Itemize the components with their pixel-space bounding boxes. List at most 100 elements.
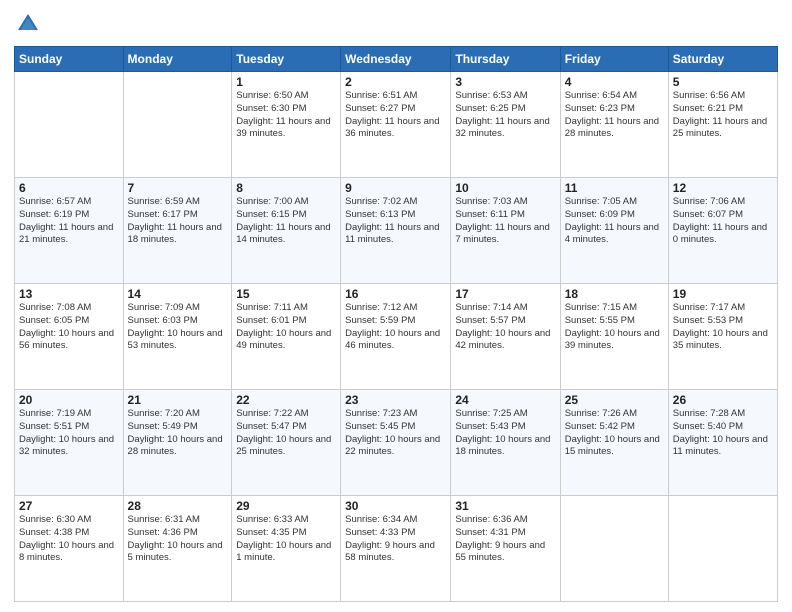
day-info: Sunrise: 6:57 AM Sunset: 6:19 PM Dayligh…	[19, 196, 119, 247]
day-info: Sunrise: 6:33 AM Sunset: 4:35 PM Dayligh…	[236, 514, 336, 565]
calendar-cell: 27Sunrise: 6:30 AM Sunset: 4:38 PM Dayli…	[15, 496, 124, 602]
day-number: 23	[345, 393, 446, 407]
logo-icon	[14, 10, 42, 38]
header-row: SundayMondayTuesdayWednesdayThursdayFrid…	[15, 47, 778, 72]
calendar-cell: 21Sunrise: 7:20 AM Sunset: 5:49 PM Dayli…	[123, 390, 232, 496]
day-number: 21	[128, 393, 228, 407]
day-number: 15	[236, 287, 336, 301]
calendar-cell	[15, 72, 124, 178]
day-info: Sunrise: 7:15 AM Sunset: 5:55 PM Dayligh…	[565, 302, 664, 353]
calendar-cell: 20Sunrise: 7:19 AM Sunset: 5:51 PM Dayli…	[15, 390, 124, 496]
day-info: Sunrise: 7:20 AM Sunset: 5:49 PM Dayligh…	[128, 408, 228, 459]
calendar-cell: 3Sunrise: 6:53 AM Sunset: 6:25 PM Daylig…	[451, 72, 560, 178]
calendar-cell: 13Sunrise: 7:08 AM Sunset: 6:05 PM Dayli…	[15, 284, 124, 390]
col-header-sunday: Sunday	[15, 47, 124, 72]
day-number: 8	[236, 181, 336, 195]
day-info: Sunrise: 7:17 AM Sunset: 5:53 PM Dayligh…	[673, 302, 773, 353]
day-number: 9	[345, 181, 446, 195]
col-header-friday: Friday	[560, 47, 668, 72]
day-info: Sunrise: 7:19 AM Sunset: 5:51 PM Dayligh…	[19, 408, 119, 459]
day-info: Sunrise: 7:14 AM Sunset: 5:57 PM Dayligh…	[455, 302, 555, 353]
day-number: 13	[19, 287, 119, 301]
day-info: Sunrise: 7:02 AM Sunset: 6:13 PM Dayligh…	[345, 196, 446, 247]
day-number: 24	[455, 393, 555, 407]
col-header-saturday: Saturday	[668, 47, 777, 72]
day-info: Sunrise: 7:26 AM Sunset: 5:42 PM Dayligh…	[565, 408, 664, 459]
day-number: 7	[128, 181, 228, 195]
day-number: 16	[345, 287, 446, 301]
day-info: Sunrise: 7:05 AM Sunset: 6:09 PM Dayligh…	[565, 196, 664, 247]
calendar-cell: 10Sunrise: 7:03 AM Sunset: 6:11 PM Dayli…	[451, 178, 560, 284]
day-number: 11	[565, 181, 664, 195]
calendar-cell: 5Sunrise: 6:56 AM Sunset: 6:21 PM Daylig…	[668, 72, 777, 178]
day-info: Sunrise: 6:36 AM Sunset: 4:31 PM Dayligh…	[455, 514, 555, 565]
day-info: Sunrise: 7:03 AM Sunset: 6:11 PM Dayligh…	[455, 196, 555, 247]
day-info: Sunrise: 6:51 AM Sunset: 6:27 PM Dayligh…	[345, 90, 446, 141]
calendar-cell: 30Sunrise: 6:34 AM Sunset: 4:33 PM Dayli…	[341, 496, 451, 602]
calendar-cell: 25Sunrise: 7:26 AM Sunset: 5:42 PM Dayli…	[560, 390, 668, 496]
calendar-cell: 9Sunrise: 7:02 AM Sunset: 6:13 PM Daylig…	[341, 178, 451, 284]
day-info: Sunrise: 7:08 AM Sunset: 6:05 PM Dayligh…	[19, 302, 119, 353]
calendar-cell: 1Sunrise: 6:50 AM Sunset: 6:30 PM Daylig…	[232, 72, 341, 178]
day-number: 17	[455, 287, 555, 301]
day-info: Sunrise: 7:06 AM Sunset: 6:07 PM Dayligh…	[673, 196, 773, 247]
day-info: Sunrise: 6:59 AM Sunset: 6:17 PM Dayligh…	[128, 196, 228, 247]
day-info: Sunrise: 7:09 AM Sunset: 6:03 PM Dayligh…	[128, 302, 228, 353]
day-number: 14	[128, 287, 228, 301]
day-info: Sunrise: 6:53 AM Sunset: 6:25 PM Dayligh…	[455, 90, 555, 141]
col-header-wednesday: Wednesday	[341, 47, 451, 72]
day-info: Sunrise: 6:31 AM Sunset: 4:36 PM Dayligh…	[128, 514, 228, 565]
header	[14, 10, 778, 38]
col-header-thursday: Thursday	[451, 47, 560, 72]
calendar-cell: 8Sunrise: 7:00 AM Sunset: 6:15 PM Daylig…	[232, 178, 341, 284]
day-number: 10	[455, 181, 555, 195]
calendar-cell: 26Sunrise: 7:28 AM Sunset: 5:40 PM Dayli…	[668, 390, 777, 496]
day-number: 1	[236, 75, 336, 89]
calendar-cell	[668, 496, 777, 602]
week-row-5: 27Sunrise: 6:30 AM Sunset: 4:38 PM Dayli…	[15, 496, 778, 602]
day-number: 2	[345, 75, 446, 89]
calendar-cell: 24Sunrise: 7:25 AM Sunset: 5:43 PM Dayli…	[451, 390, 560, 496]
calendar-cell: 23Sunrise: 7:23 AM Sunset: 5:45 PM Dayli…	[341, 390, 451, 496]
day-number: 5	[673, 75, 773, 89]
day-info: Sunrise: 7:23 AM Sunset: 5:45 PM Dayligh…	[345, 408, 446, 459]
day-number: 19	[673, 287, 773, 301]
calendar-cell: 29Sunrise: 6:33 AM Sunset: 4:35 PM Dayli…	[232, 496, 341, 602]
page: SundayMondayTuesdayWednesdayThursdayFrid…	[0, 0, 792, 612]
day-info: Sunrise: 6:54 AM Sunset: 6:23 PM Dayligh…	[565, 90, 664, 141]
calendar-cell: 19Sunrise: 7:17 AM Sunset: 5:53 PM Dayli…	[668, 284, 777, 390]
day-number: 18	[565, 287, 664, 301]
day-info: Sunrise: 7:28 AM Sunset: 5:40 PM Dayligh…	[673, 408, 773, 459]
calendar-cell: 11Sunrise: 7:05 AM Sunset: 6:09 PM Dayli…	[560, 178, 668, 284]
calendar-cell	[123, 72, 232, 178]
day-info: Sunrise: 6:34 AM Sunset: 4:33 PM Dayligh…	[345, 514, 446, 565]
week-row-1: 1Sunrise: 6:50 AM Sunset: 6:30 PM Daylig…	[15, 72, 778, 178]
calendar-cell: 14Sunrise: 7:09 AM Sunset: 6:03 PM Dayli…	[123, 284, 232, 390]
calendar-cell: 7Sunrise: 6:59 AM Sunset: 6:17 PM Daylig…	[123, 178, 232, 284]
day-info: Sunrise: 7:12 AM Sunset: 5:59 PM Dayligh…	[345, 302, 446, 353]
day-number: 29	[236, 499, 336, 513]
calendar-cell: 15Sunrise: 7:11 AM Sunset: 6:01 PM Dayli…	[232, 284, 341, 390]
day-info: Sunrise: 6:56 AM Sunset: 6:21 PM Dayligh…	[673, 90, 773, 141]
calendar-cell: 16Sunrise: 7:12 AM Sunset: 5:59 PM Dayli…	[341, 284, 451, 390]
calendar-table: SundayMondayTuesdayWednesdayThursdayFrid…	[14, 46, 778, 602]
calendar-cell: 18Sunrise: 7:15 AM Sunset: 5:55 PM Dayli…	[560, 284, 668, 390]
day-info: Sunrise: 6:50 AM Sunset: 6:30 PM Dayligh…	[236, 90, 336, 141]
calendar-cell: 17Sunrise: 7:14 AM Sunset: 5:57 PM Dayli…	[451, 284, 560, 390]
week-row-4: 20Sunrise: 7:19 AM Sunset: 5:51 PM Dayli…	[15, 390, 778, 496]
col-header-tuesday: Tuesday	[232, 47, 341, 72]
day-number: 3	[455, 75, 555, 89]
day-info: Sunrise: 7:11 AM Sunset: 6:01 PM Dayligh…	[236, 302, 336, 353]
day-number: 31	[455, 499, 555, 513]
day-number: 27	[19, 499, 119, 513]
calendar-cell: 4Sunrise: 6:54 AM Sunset: 6:23 PM Daylig…	[560, 72, 668, 178]
day-number: 12	[673, 181, 773, 195]
day-number: 20	[19, 393, 119, 407]
week-row-3: 13Sunrise: 7:08 AM Sunset: 6:05 PM Dayli…	[15, 284, 778, 390]
day-number: 6	[19, 181, 119, 195]
day-info: Sunrise: 7:00 AM Sunset: 6:15 PM Dayligh…	[236, 196, 336, 247]
day-number: 4	[565, 75, 664, 89]
day-info: Sunrise: 7:22 AM Sunset: 5:47 PM Dayligh…	[236, 408, 336, 459]
calendar-cell	[560, 496, 668, 602]
calendar-cell: 2Sunrise: 6:51 AM Sunset: 6:27 PM Daylig…	[341, 72, 451, 178]
